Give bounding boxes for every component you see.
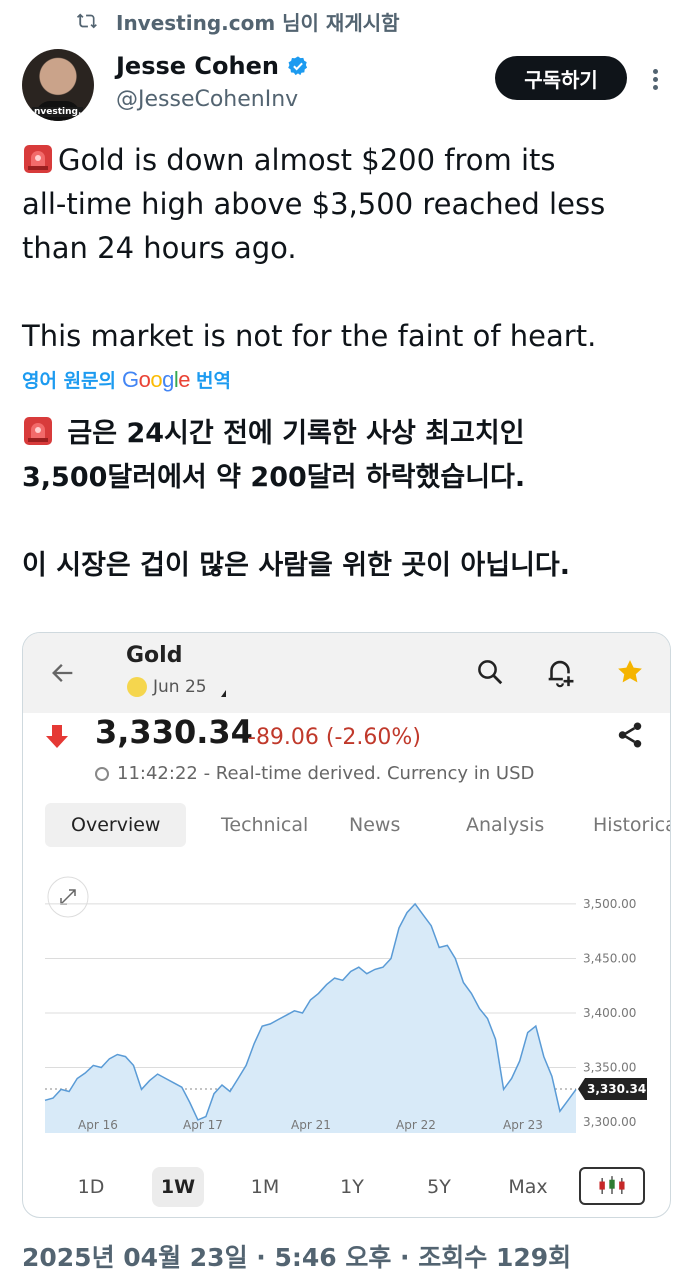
range-1d[interactable]: 1D [65,1167,117,1207]
down-arrow-icon [46,725,68,748]
siren-emoji-icon [24,145,52,173]
google-logo: Google [122,366,191,392]
tweet-footer: 2025년 04월 23일 · 5:46 오후 · 조회수 129회 [22,1243,572,1272]
price-change: -89.06 (-2.60%) [248,725,421,750]
tab-analysis[interactable]: Analysis [466,803,544,847]
price-area [45,903,576,1133]
more-options-icon[interactable] [645,66,665,92]
contract-date: Jun 25 [153,677,207,697]
avatar[interactable]: nvesting. [22,49,94,121]
y-tick-label: 3,300.00 [583,1115,636,1129]
time-line: 11:42:22 - Real-time derived. Currency i… [95,763,534,784]
x-tick-label: Apr 17 [183,1118,223,1132]
back-arrow-icon[interactable] [49,659,77,687]
range-1y[interactable]: 1Y [326,1167,378,1207]
tab-news[interactable]: News [349,803,400,847]
retweet-text[interactable]: Investing.com 님이 재게시함 [116,7,400,36]
author-name[interactable]: Jesse Cohen [116,52,279,80]
price: 3,330.34 [95,713,253,751]
translated-text: 금은 24시간 전에 기록한 사상 최고치인 3,500달러에서 약 200달러… [22,412,672,588]
range-1w[interactable]: 1W [152,1167,204,1207]
tab-historical[interactable]: Historica [593,803,670,847]
expand-icon[interactable] [47,876,89,918]
gold-coin-icon [127,677,147,697]
x-tick-label: Apr 23 [503,1118,543,1132]
author-handle[interactable]: @JesseCohenInv [116,87,298,112]
follow-button[interactable]: 구독하기 [495,56,627,100]
range-max[interactable]: Max [500,1167,556,1207]
tweet-text: Gold is down almost $200 from its all-ti… [22,138,662,358]
siren-emoji-icon-2 [24,417,52,445]
dropdown-triangle-icon [220,689,226,697]
time-text: 11:42:22 - Real-time derived. Currency i… [117,763,535,784]
avatar-badge: nvesting. [32,107,84,117]
author-name-row[interactable]: Jesse Cohen [116,52,309,80]
y-tick-label: 3,400.00 [583,1006,636,1020]
asset-subtitle[interactable]: Jun 25 [127,677,226,697]
retweet-header: Investing.com 님이 재게시함 [76,6,400,36]
range-1m[interactable]: 1M [239,1167,291,1207]
asset-title: Gold [126,643,183,668]
clock-icon [95,766,109,781]
translate-suffix[interactable]: 번역 [196,366,231,393]
tweet-original-text: Gold is down almost $200 from its all-ti… [22,143,606,353]
current-price-label: 3,330.34 [587,1082,646,1096]
media-card[interactable]: Gold Jun 25 3,330.34 -89.06 (-2.60%) 11:… [22,632,671,1218]
range-selector: 1D 1W 1M 1Y 5Y Max [23,1163,670,1211]
search-icon[interactable] [475,657,505,687]
price-chart[interactable]: 3,300.00 3,350.00 3,400.00 3,450.00 3,500.00… [23,873,670,1153]
candlestick-icon[interactable] [579,1167,645,1205]
star-icon[interactable] [615,657,645,687]
range-5y[interactable]: 5Y [413,1167,465,1207]
share-icon[interactable] [615,719,645,751]
retweet-icon [76,13,97,29]
x-tick-label: Apr 21 [291,1118,331,1132]
app-bar: Gold Jun 25 [23,633,670,713]
translate-prefix[interactable]: 영어 원문의 [22,366,116,393]
tab-technical[interactable]: Technical [221,803,308,847]
tab-overview[interactable]: Overview [45,803,187,847]
tab-bar: Overview Technical News Analysis Histori… [45,803,670,847]
x-tick-label: Apr 22 [396,1118,436,1132]
y-tick-label: 3,500.00 [583,897,636,911]
x-tick-label: Apr 16 [78,1118,118,1132]
y-tick-label: 3,350.00 [583,1061,636,1075]
verified-badge-icon [288,56,308,76]
translate-line[interactable]: 영어 원문의 Google 번역 [22,366,231,393]
y-tick-label: 3,450.00 [583,951,636,965]
add-alert-icon[interactable] [543,655,577,689]
tweet-translated-text: 금은 24시간 전에 기록한 사상 최고치인 3,500달러에서 약 200달러… [22,418,571,581]
